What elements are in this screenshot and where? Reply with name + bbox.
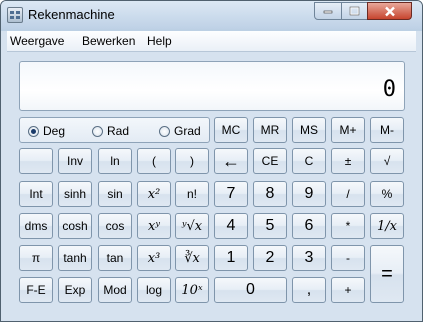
log-button[interactable]: log: [137, 277, 171, 303]
calculator-app-icon: [7, 7, 23, 23]
digit-7-button[interactable]: 7: [214, 181, 248, 207]
exp-button[interactable]: Exp: [58, 277, 92, 303]
minimize-icon: [323, 10, 333, 14]
maximize-icon: [349, 6, 360, 16]
mr-button[interactable]: MR: [253, 117, 287, 143]
radio-grad-indicator: [159, 125, 170, 137]
radio-deg[interactable]: Deg: [28, 124, 65, 138]
y-root-x-button[interactable]: ʸ√x: [175, 213, 209, 239]
ce-button[interactable]: CE: [253, 148, 287, 174]
plus-minus-button[interactable]: ±: [331, 148, 365, 174]
x-squared-button[interactable]: x²: [137, 181, 171, 207]
angle-mode-group: Deg Rad Grad: [19, 117, 210, 143]
reciprocal-button[interactable]: 1/x: [370, 213, 404, 239]
radio-grad-label: Grad: [174, 124, 201, 138]
ten-power-x-button[interactable]: 10ˣ: [175, 277, 209, 303]
ln-button[interactable]: ln: [98, 148, 132, 174]
fe-button[interactable]: F-E: [19, 277, 53, 303]
digit-3-button[interactable]: 3: [292, 245, 326, 271]
backspace-button[interactable]: ←: [214, 148, 248, 174]
x-cubed-button[interactable]: x³: [137, 245, 171, 271]
maximize-button[interactable]: [341, 2, 368, 20]
blank-button[interactable]: [19, 148, 53, 174]
radio-rad[interactable]: Rad: [92, 124, 129, 138]
digit-8-button[interactable]: 8: [253, 181, 287, 207]
radio-deg-indicator: [28, 125, 39, 137]
close-button[interactable]: [367, 2, 412, 20]
menu-bewerken[interactable]: Bewerken: [82, 34, 135, 48]
decimal-comma-button[interactable]: ,: [292, 277, 326, 303]
m-minus-button[interactable]: M-: [370, 117, 404, 143]
cube-root-button[interactable]: ∛x: [175, 245, 209, 271]
calculator-window: Rekenmachine Weergave Bewerken Help 0 De…: [0, 0, 423, 322]
title-bar[interactable]: Rekenmachine: [1, 1, 422, 29]
radio-rad-indicator: [92, 125, 103, 137]
mod-button[interactable]: Mod: [98, 277, 132, 303]
inv-button[interactable]: Inv: [58, 148, 92, 174]
open-paren-button[interactable]: (: [137, 148, 171, 174]
tanh-button[interactable]: tanh: [58, 245, 92, 271]
add-button[interactable]: +: [331, 277, 365, 303]
mc-button[interactable]: MC: [214, 117, 248, 143]
digit-4-button[interactable]: 4: [214, 213, 248, 239]
factorial-button[interactable]: n!: [175, 181, 209, 207]
multiply-button[interactable]: *: [331, 213, 365, 239]
cosh-button[interactable]: cosh: [58, 213, 92, 239]
x-power-y-button[interactable]: xʸ: [137, 213, 171, 239]
display-value: 0: [382, 77, 396, 102]
ms-button[interactable]: MS: [292, 117, 326, 143]
radio-rad-label: Rad: [107, 124, 130, 138]
sinh-button[interactable]: sinh: [58, 181, 92, 207]
cos-button[interactable]: cos: [98, 213, 132, 239]
sqrt-button[interactable]: √: [370, 148, 404, 174]
menu-weergave[interactable]: Weergave: [10, 34, 64, 48]
radio-deg-label: Deg: [43, 124, 66, 138]
digit-2-button[interactable]: 2: [253, 245, 287, 271]
tan-button[interactable]: tan: [98, 245, 132, 271]
pi-button[interactable]: π: [19, 245, 53, 271]
sin-button[interactable]: sin: [98, 181, 132, 207]
divide-button[interactable]: /: [331, 181, 365, 207]
c-button[interactable]: C: [292, 148, 326, 174]
digit-5-button[interactable]: 5: [253, 213, 287, 239]
digit-1-button[interactable]: 1: [214, 245, 248, 271]
digit-0-button[interactable]: 0: [214, 277, 287, 303]
radio-grad[interactable]: Grad: [159, 124, 201, 138]
window-title: Rekenmachine: [28, 7, 115, 22]
minimize-button[interactable]: [314, 2, 342, 20]
digit-6-button[interactable]: 6: [292, 213, 326, 239]
subtract-button[interactable]: -: [331, 245, 365, 271]
equals-button[interactable]: =: [370, 245, 404, 303]
int-button[interactable]: Int: [19, 181, 53, 207]
dms-button[interactable]: dms: [19, 213, 53, 239]
result-display: 0: [19, 61, 405, 111]
m-plus-button[interactable]: M+: [331, 117, 365, 143]
close-paren-button[interactable]: ): [175, 148, 209, 174]
digit-9-button[interactable]: 9: [292, 181, 326, 207]
percent-button[interactable]: %: [370, 181, 404, 207]
menu-help[interactable]: Help: [147, 34, 172, 48]
menu-bar: Weergave Bewerken Help: [7, 31, 416, 52]
close-icon: [384, 6, 395, 16]
